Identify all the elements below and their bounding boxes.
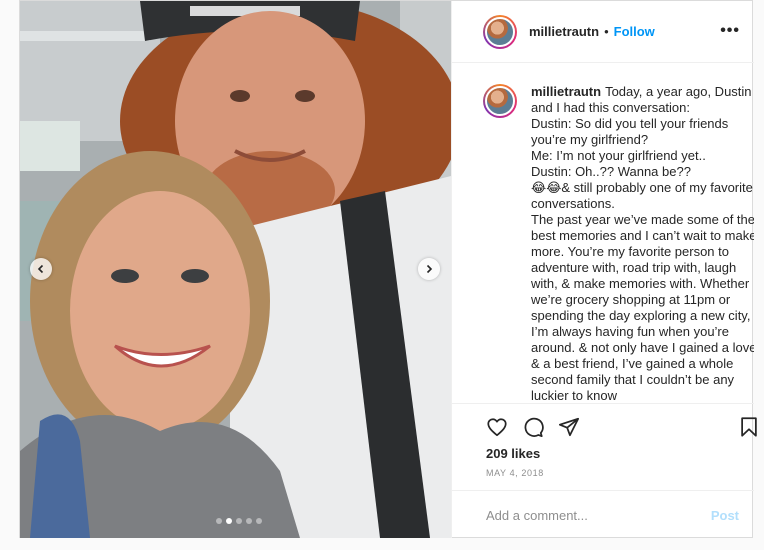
carousel-dot	[216, 518, 222, 524]
carousel-next-button[interactable]	[418, 258, 440, 280]
follow-button[interactable]: Follow	[614, 24, 655, 39]
carousel-dot	[256, 518, 262, 524]
avatar[interactable]	[483, 14, 517, 49]
carousel-dot	[246, 518, 252, 524]
comment-button[interactable]	[522, 416, 544, 443]
selfie-photo	[20, 1, 451, 538]
post-actions: 209 likes MAY 4, 2018 Post	[452, 403, 757, 539]
carousel-prev-button[interactable]	[30, 258, 52, 280]
bookmark-icon	[741, 417, 757, 437]
comment-form: Post	[452, 490, 754, 539]
carousel-dot	[236, 518, 242, 524]
like-count[interactable]: 209 likes	[486, 446, 540, 461]
post-header: millietrautn • Follow •••	[452, 1, 754, 63]
save-button[interactable]	[738, 416, 760, 443]
caption-body: millietrautn Today, a year ago, Dustin an…	[531, 84, 754, 403]
caption: millietrautn Today, a year ago, Dustin an…	[483, 84, 754, 403]
like-button[interactable]	[486, 416, 508, 443]
separator-dot: •	[604, 24, 609, 39]
post-side-panel: millietrautn • Follow ••• millietrautn To…	[451, 1, 757, 539]
caption-text: Today, a year ago, Dustin and I had this…	[531, 84, 754, 403]
comment-icon	[524, 417, 544, 438]
post-date[interactable]: MAY 4, 2018	[486, 468, 544, 478]
comments-area[interactable]: millietrautn Today, a year ago, Dustin an…	[452, 64, 754, 403]
instagram-post: millietrautn • Follow ••• millietrautn To…	[19, 0, 757, 539]
comment-input[interactable]	[486, 507, 696, 523]
share-icon	[558, 417, 580, 437]
more-options-icon[interactable]: •••	[720, 23, 740, 39]
post-photo[interactable]	[20, 1, 451, 538]
caption-avatar[interactable]	[483, 84, 517, 118]
share-button[interactable]	[558, 416, 580, 443]
author-username[interactable]: millietrautn	[529, 24, 599, 39]
post-comment-button[interactable]: Post	[711, 508, 739, 523]
carousel-dot	[226, 518, 232, 524]
heart-icon	[487, 418, 507, 437]
carousel-indicator	[216, 518, 262, 524]
caption-username[interactable]: millietrautn	[531, 84, 601, 99]
chevron-right-icon	[426, 264, 433, 274]
chevron-left-icon	[37, 264, 44, 274]
